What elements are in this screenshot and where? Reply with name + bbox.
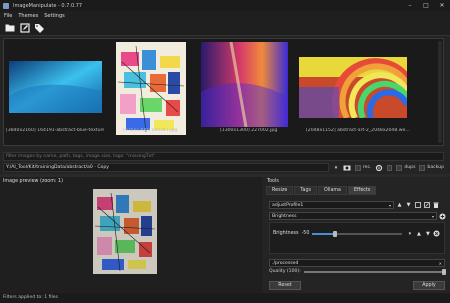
thumbnail-caption-0: [3840x2160] 164191-abstract-blue-texture…: [6, 128, 104, 133]
tags-icon[interactable]: [34, 22, 45, 33]
app-icon: [3, 2, 9, 9]
quality-label: Quality (100):: [269, 269, 301, 274]
edit-icon[interactable]: [19, 22, 30, 33]
thumbnail-0[interactable]: [9, 61, 102, 113]
backup-checkbox[interactable]: [419, 164, 426, 171]
arrow-down-icon[interactable]: ▼: [405, 202, 412, 209]
thumbnail-image-0: [9, 61, 102, 113]
preset-dropdown-icon[interactable]: ▾: [406, 230, 413, 237]
thumbnail-image-2: [201, 41, 288, 128]
quality-slider-handle[interactable]: [441, 268, 446, 275]
thumbnail-2[interactable]: [201, 41, 288, 128]
quality-row: Quality (100):: [269, 268, 446, 275]
thumbnail-caption-1: [975x1300] 183347.jpg: [123, 128, 178, 133]
remove-effect-icon[interactable]: [433, 230, 440, 237]
thumbnail-caption-2: [1300x1300] 227002.jpg: [220, 128, 278, 133]
thumbnail-3[interactable]: [299, 57, 410, 120]
move-down-icon[interactable]: ▼: [424, 230, 431, 237]
output-path-field[interactable]: ./processed ✕: [269, 259, 445, 267]
preview-image[interactable]: [93, 189, 157, 274]
camera-icon[interactable]: [343, 164, 351, 172]
app-window: ImageManipulate - 0.7.0.77 – □ ✕ File Th…: [0, 0, 450, 303]
apply-button[interactable]: Apply: [413, 281, 445, 290]
tab-tags[interactable]: Tags: [294, 186, 317, 195]
tab-resize[interactable]: Resize: [266, 186, 294, 195]
window-title: ImageManipulate - 0.7.0.77: [13, 2, 83, 9]
delete-icon[interactable]: [432, 202, 439, 209]
open-folder-icon[interactable]: [4, 22, 15, 33]
tab-ollama[interactable]: Ollama: [318, 186, 347, 195]
image-gallery[interactable]: [3840x2160] 164191-abstract-blue-texture…: [3, 38, 444, 146]
thumbnail-caption-3: [2048x1152] abstract-art-2_2048x2048.we.…: [306, 128, 410, 133]
dups-checkbox[interactable]: [396, 164, 403, 171]
image-preview-panel: Image preview (zoom: 1): [0, 177, 262, 293]
minimize-button[interactable]: –: [402, 0, 418, 11]
effect-select-value: Brightness: [272, 214, 297, 219]
edit-profile-icon[interactable]: [423, 202, 430, 209]
chevron-down-icon: ▾: [431, 214, 434, 219]
brightness-value: -50: [301, 231, 310, 236]
menu-bar: File Themes Settings: [0, 11, 450, 20]
settings-gear-icon[interactable]: [375, 164, 383, 172]
copy-icon[interactable]: [414, 202, 421, 209]
status-bar: Filters applied to: 1 files: [0, 293, 450, 303]
chevron-down-icon: ▾: [388, 203, 391, 208]
profile-select-value: adjustProfile1: [272, 203, 304, 208]
backup-label: backup: [427, 165, 445, 170]
tools-tabs: Resize Tags Ollama Effects: [266, 186, 377, 195]
quality-slider-fill: [303, 270, 444, 273]
quality-slider[interactable]: [303, 268, 446, 275]
menu-settings[interactable]: Settings: [44, 13, 65, 19]
add-effect-icon[interactable]: [439, 213, 446, 220]
profile-select[interactable]: adjustProfile1 ▾: [269, 201, 394, 209]
menu-themes[interactable]: Themes: [18, 13, 38, 19]
move-up-icon[interactable]: ▲: [415, 230, 422, 237]
output-path-value: ./processed: [272, 261, 299, 266]
brightness-slider-fill: [312, 232, 335, 235]
close-button[interactable]: ✕: [434, 0, 450, 11]
effect-params-box: Brightness -50 ▾ ▲ ▼: [269, 222, 445, 254]
thumbnail-image-3: [299, 57, 410, 120]
title-bar: ImageManipulate - 0.7.0.77 – □ ✕: [0, 0, 450, 11]
clear-icon[interactable]: ✕: [439, 260, 442, 267]
dropdown-chevron-icon[interactable]: ▾: [332, 164, 340, 172]
brightness-label: Brightness: [273, 231, 299, 236]
window-controls: – □ ✕: [402, 0, 450, 11]
filter-toggle-checkbox[interactable]: [386, 164, 393, 171]
rec-label: rec.: [362, 165, 372, 170]
profile-row: adjustProfile1 ▾ ▲ ▼: [269, 201, 439, 209]
tools-title: Tools: [267, 179, 279, 184]
filter-input[interactable]: filter images by name, path, tags, image…: [3, 152, 444, 161]
brightness-slider-handle[interactable]: [332, 230, 337, 237]
gallery-scrollbar[interactable]: [438, 41, 442, 143]
output-row: ./processed ✕: [269, 259, 445, 267]
menu-file[interactable]: File: [4, 13, 12, 19]
tab-effects[interactable]: Effects: [348, 186, 377, 195]
rec-checkbox[interactable]: [354, 164, 361, 171]
path-field[interactable]: Y:/AI_Tool/Kit/trainingData/abstract/a0 …: [3, 163, 330, 172]
path-bar: Y:/AI_Tool/Kit/trainingData/abstract/a0 …: [3, 163, 444, 172]
brightness-slider[interactable]: [312, 230, 403, 237]
thumbnail-image-1: [116, 42, 186, 135]
dups-label: dups: [404, 165, 416, 170]
preview-title: Image preview (zoom: 1): [3, 179, 63, 184]
toolbar: [0, 20, 450, 36]
brightness-row: Brightness -50 ▾ ▲ ▼: [273, 230, 440, 237]
maximize-button[interactable]: □: [418, 0, 434, 11]
effect-select[interactable]: Brightness ▾: [269, 212, 437, 220]
reset-button[interactable]: Reset: [269, 281, 301, 290]
thumbnail-1[interactable]: [116, 42, 186, 135]
arrow-up-icon[interactable]: ▲: [396, 202, 403, 209]
effect-row: Brightness ▾: [269, 212, 446, 220]
